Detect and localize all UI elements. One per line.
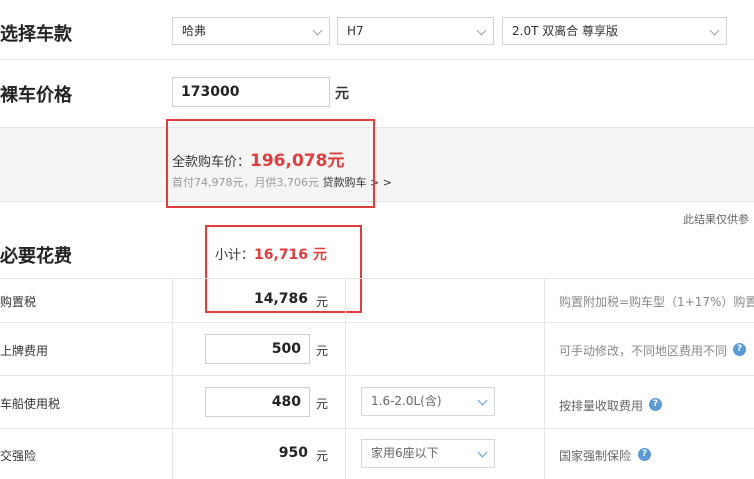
seats-select-value: 家用6座以下 bbox=[371, 446, 439, 460]
help-icon[interactable]: ? bbox=[638, 448, 651, 461]
seats-select[interactable]: 家用6座以下 bbox=[361, 439, 495, 468]
trim-select-value: 2.0T 双离合 尊享版 bbox=[512, 24, 619, 38]
select-car-title: 选择车款 bbox=[0, 24, 72, 45]
disclaimer: 此结果仅供参 bbox=[683, 213, 749, 226]
fee-unit: 元 bbox=[316, 344, 329, 358]
fee-unit: 元 bbox=[316, 295, 329, 309]
bare-price-input[interactable] bbox=[172, 77, 330, 107]
chevron-down-icon bbox=[312, 25, 323, 36]
summary-band bbox=[0, 127, 754, 202]
divider bbox=[0, 278, 754, 279]
fee-label-registration: 上牌费用 bbox=[0, 344, 49, 358]
chevron-down-icon bbox=[477, 447, 488, 458]
fee-label-purchase-tax: 购置税 bbox=[0, 295, 37, 309]
chevron-down-icon bbox=[477, 395, 488, 406]
divider bbox=[0, 59, 754, 60]
divider bbox=[0, 428, 754, 429]
trim-select[interactable]: 2.0T 双离合 尊享版 bbox=[502, 17, 727, 45]
registration-fee-input[interactable] bbox=[205, 334, 310, 364]
fee-label-compulsory-insurance: 交强险 bbox=[0, 449, 37, 463]
help-icon[interactable]: ? bbox=[649, 398, 662, 411]
required-fees-title: 必要花费 bbox=[0, 246, 72, 267]
fee-amount-purchase-tax: 14,786 bbox=[253, 291, 308, 307]
fee-unit: 元 bbox=[316, 449, 329, 463]
displacement-select-value: 1.6-2.0L(含) bbox=[371, 394, 442, 408]
model-select-value: H7 bbox=[347, 24, 364, 38]
fee-note-registration: 可手动修改，不同地区费用不同 bbox=[559, 344, 728, 358]
divider bbox=[0, 375, 754, 376]
brand-select-value: 哈弗 bbox=[182, 24, 207, 38]
bare-price-title: 裸车价格 bbox=[0, 85, 72, 106]
fee-amount-compulsory-insurance: 950 bbox=[278, 445, 308, 461]
help-icon[interactable]: ? bbox=[733, 343, 746, 356]
fee-note-compulsory-insurance: 国家强制保险 bbox=[559, 449, 632, 463]
fee-unit: 元 bbox=[316, 397, 329, 411]
divider bbox=[0, 322, 754, 323]
chevron-down-icon bbox=[476, 25, 487, 36]
vehicle-tax-input[interactable] bbox=[205, 387, 310, 417]
chevron-down-icon bbox=[709, 25, 720, 36]
highlight-box-total bbox=[166, 119, 375, 208]
model-select[interactable]: H7 bbox=[337, 17, 494, 45]
fee-note-vehicle-tax: 按排量收取费用 bbox=[559, 399, 644, 413]
column-divider bbox=[172, 279, 173, 479]
fee-note-purchase-tax: 购置附加税=购车型（1+17%）购置 bbox=[559, 295, 754, 309]
bare-price-unit: 元 bbox=[335, 86, 349, 102]
column-divider bbox=[544, 279, 545, 479]
brand-select[interactable]: 哈弗 bbox=[172, 17, 330, 45]
displacement-select[interactable]: 1.6-2.0L(含) bbox=[361, 387, 495, 416]
column-divider bbox=[345, 279, 346, 479]
fee-label-vehicle-tax: 车船使用税 bbox=[0, 397, 61, 411]
